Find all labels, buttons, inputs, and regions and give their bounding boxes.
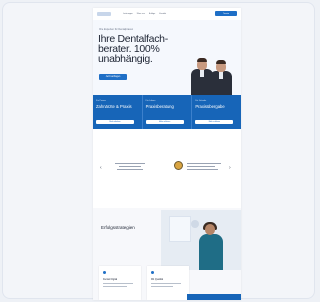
dental-assistant-photo <box>161 210 241 270</box>
service-label: Für Praxen <box>96 100 106 102</box>
seal-icon <box>174 161 183 170</box>
nav-item-erfolge[interactable]: Erfolge <box>149 13 155 15</box>
nav-cta-button[interactable]: Termin <box>215 11 237 16</box>
partner-text-line <box>187 169 218 170</box>
partner-text-line <box>115 163 145 164</box>
consultant-photo-2 <box>210 60 232 97</box>
card-title: Dental Digital <box>103 278 118 281</box>
partner-text-line <box>117 169 143 170</box>
partner-text-line <box>119 166 141 167</box>
card-title: Mit Qualität <box>151 278 164 281</box>
chevron-right-icon[interactable]: › <box>229 165 231 171</box>
service-button[interactable]: Mehr erfahren <box>96 120 134 124</box>
service-title: Zahnärzte & Praxis <box>96 104 132 109</box>
service-title: Praxisübergabe <box>195 104 225 109</box>
service-label: Für Gründer <box>195 100 207 102</box>
service-column-3: Für Gründer Praxisübergabe Mehr erfahren <box>192 95 241 129</box>
nav-item-kontakt[interactable]: Kontakt <box>159 13 166 15</box>
hero-title: Ihre Dentalfach-berater. 100% unabhängig… <box>98 33 168 65</box>
card-icon <box>103 271 106 274</box>
footer-bar <box>187 294 241 300</box>
success-section: Erfolgsstrategien Dental Digital Mit Qua… <box>93 208 241 300</box>
service-column-2: Für Labore Praxisberatung Mehr erfahren <box>143 95 193 129</box>
chevron-left-icon[interactable]: ‹ <box>100 165 102 171</box>
hero-cta-button[interactable]: Jetzt anfragen <box>99 74 127 80</box>
nav-item-leistungen[interactable]: Leistungen <box>123 13 133 15</box>
success-card-1[interactable]: Dental Digital <box>99 266 141 300</box>
service-button[interactable]: Mehr erfahren <box>145 120 184 124</box>
success-card-2[interactable]: Mit Qualität <box>147 266 189 300</box>
partner-text-line <box>187 166 215 167</box>
service-label: Für Labore <box>145 100 156 102</box>
service-button[interactable]: Mehr erfahren <box>195 120 234 124</box>
partner-text-line <box>187 163 221 164</box>
hero-kicker: Ihre Experten für Dentalpraxen <box>99 28 134 31</box>
nav-item-ueber-uns[interactable]: Über uns <box>137 13 145 15</box>
service-band: Für Praxen Zahnärzte & Praxis Mehr erfah… <box>93 95 241 129</box>
website-preview[interactable]: Leistungen Über uns Erfolge Kontakt Term… <box>93 8 241 300</box>
partner-carousel: ‹ › <box>93 153 241 183</box>
service-title: Praxisberatung <box>145 104 174 109</box>
section-title: Erfolgsstrategien <box>101 225 135 230</box>
service-column-1: Für Praxen Zahnärzte & Praxis Mehr erfah… <box>93 95 143 129</box>
hero-section: Ihre Experten für Dentalpraxen Ihre Dent… <box>93 20 241 97</box>
card-icon <box>151 271 154 274</box>
top-nav: Leistungen Über uns Erfolge Kontakt Term… <box>93 8 241 20</box>
site-logo[interactable] <box>97 12 111 16</box>
